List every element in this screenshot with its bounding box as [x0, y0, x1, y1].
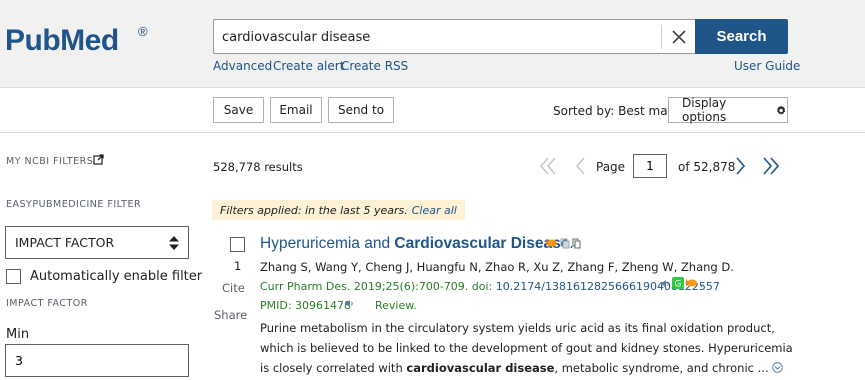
page-input[interactable] — [633, 154, 667, 178]
search-box — [213, 19, 695, 54]
clear-icon[interactable] — [666, 24, 692, 50]
my-ncbi-filters-label[interactable]: MY NCBI FILTERS — [6, 156, 93, 167]
pmid: PMID: 30961478 — [260, 299, 352, 312]
audio-icon[interactable] — [660, 279, 670, 288]
search-input[interactable] — [222, 27, 652, 47]
first-page-icon[interactable] — [538, 155, 558, 177]
create-alert-link[interactable]: Create alert — [273, 59, 344, 73]
sort-arrows-icon — [169, 236, 179, 250]
last-page-icon[interactable] — [761, 155, 781, 177]
impact-factor-select-value: IMPACT FACTOR — [15, 235, 115, 250]
filters-applied-text: Filters applied: in the last 5 years. — [220, 203, 408, 217]
citation-icons: G . — [660, 276, 704, 290]
cite-button[interactable]: Cite — [222, 281, 245, 295]
extension-link-icon[interactable] — [560, 238, 570, 249]
next-page-icon[interactable] — [731, 155, 751, 177]
article-snippet: Purine metabolism in the circulatory sys… — [260, 318, 805, 378]
advanced-link[interactable]: Advanced — [213, 59, 272, 73]
page-total: of 52,878 — [678, 160, 736, 174]
logo-registered-mark: ® — [138, 24, 148, 39]
clear-divider — [661, 25, 662, 49]
display-options-button[interactable]: Display options — [668, 96, 788, 124]
article-title-link[interactable]: Hyperuricemia and Cardiovascular Disease… — [260, 235, 574, 253]
auto-enable-checkbox[interactable] — [6, 269, 21, 284]
easypubmedicine-filter-label: EASYPUBMEDICINE FILTER — [6, 199, 142, 210]
result-checkbox[interactable] — [230, 237, 245, 252]
snippet-text-2: , metabolic syndrome, and chronic ... — [554, 361, 769, 375]
results-toolbar: Save Email Send to Sorted by: Best match… — [0, 89, 865, 133]
title-plain: Hyperuricemia and — [260, 235, 395, 252]
user-guide-link[interactable]: User Guide — [734, 59, 800, 73]
auto-enable-label[interactable]: Automatically enable filter — [30, 269, 202, 284]
prev-page-icon[interactable] — [570, 155, 590, 177]
article-citation: Curr Pharm Des. 2019;25(6):700-709. doi:… — [260, 280, 720, 293]
snippet-bold: cardiovascular disease — [406, 361, 555, 375]
result-number: 1 — [234, 259, 242, 273]
title-bold: Cardiovascular Disease — [394, 235, 570, 252]
citation-end-dot: . — [700, 276, 704, 290]
email-button[interactable]: Email — [270, 97, 322, 123]
create-rss-link[interactable]: Create RSS — [341, 59, 408, 73]
search-button[interactable]: Search — [695, 19, 788, 54]
pmid-audio-icon[interactable] — [344, 299, 354, 308]
copy-icon[interactable] — [572, 238, 581, 249]
gear-icon — [776, 105, 785, 115]
results-count: 528,778 results — [213, 160, 303, 174]
external-link-icon[interactable] — [93, 154, 104, 165]
min-label: Min — [6, 327, 30, 342]
extension-fish-icon[interactable] — [546, 238, 558, 248]
pubmed-logo[interactable]: PubMed ® — [5, 14, 155, 66]
title-icons — [546, 236, 581, 250]
min-input[interactable] — [5, 344, 189, 377]
expand-icon[interactable] — [772, 362, 784, 373]
page-label: Page — [596, 160, 626, 174]
display-options-label: Display options — [682, 96, 727, 124]
publication-type: Review. — [375, 299, 417, 312]
send-to-button[interactable]: Send to — [328, 97, 394, 123]
share-button[interactable]: Share — [214, 308, 247, 322]
green-badge-icon[interactable]: G — [672, 277, 684, 289]
extension-fish-icon-2[interactable] — [686, 278, 698, 288]
journal-info: Curr Pharm Des. 2019;25(6):700-709. doi: — [260, 280, 496, 293]
svg-text:G: G — [675, 280, 682, 290]
header: PubMed ® Search Advanced Create alert Cr… — [0, 0, 865, 88]
sort-label: Sorted by: Best match — [553, 104, 687, 118]
impact-factor-select[interactable]: IMPACT FACTOR — [5, 226, 189, 259]
filters-applied-banner: Filters applied: in the last 5 years. Cl… — [212, 200, 465, 220]
logo-text: PubMed — [5, 24, 119, 57]
clear-all-link[interactable]: Clear all — [412, 204, 457, 217]
impact-factor-label: IMPACT FACTOR — [6, 298, 88, 309]
save-button[interactable]: Save — [213, 97, 264, 123]
article-authors: Zhang S, Wang Y, Cheng J, Huangfu N, Zha… — [260, 260, 734, 274]
